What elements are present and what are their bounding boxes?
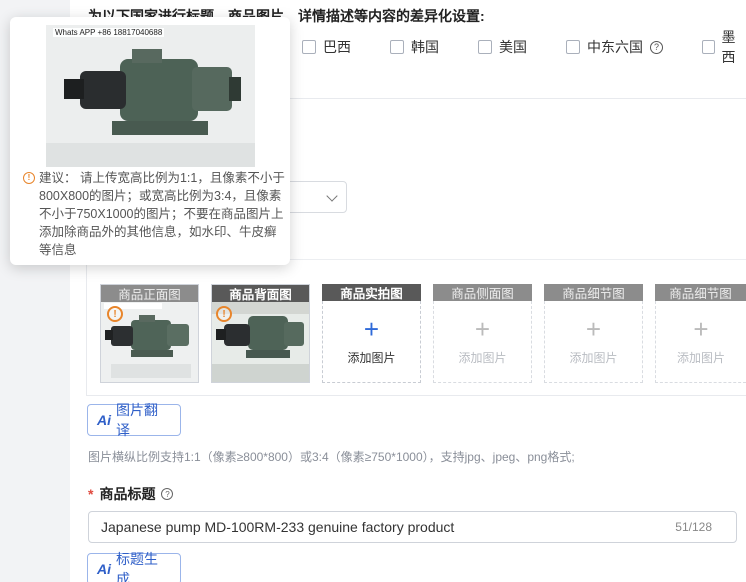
country-checkbox-mexico[interactable]: 墨西 bbox=[702, 29, 746, 65]
product-title-input[interactable]: Japanese pump MD-100RM-233 genuine facto… bbox=[88, 511, 737, 543]
title-generate-button[interactable]: Ai 标题生成 bbox=[87, 551, 181, 582]
product-thumbnail[interactable]: ! bbox=[212, 302, 309, 382]
product-title-value[interactable]: Japanese pump MD-100RM-233 genuine facto… bbox=[101, 519, 454, 535]
product-thumbnail[interactable]: ! bbox=[101, 302, 198, 382]
add-image-label: 添加图片 bbox=[569, 351, 618, 365]
checkbox-icon[interactable] bbox=[478, 40, 492, 54]
add-image-area[interactable]: + 添加图片 bbox=[544, 301, 643, 383]
image-slot-back[interactable]: 商品背面图 ! bbox=[211, 284, 310, 383]
ai-icon: Ai bbox=[97, 412, 111, 428]
tooltip-preview-image: Whats APP +86 18817040688 bbox=[46, 25, 255, 167]
warning-icon[interactable]: ! bbox=[107, 306, 123, 322]
add-image-label: 添加图片 bbox=[458, 351, 507, 365]
required-mark: * bbox=[88, 486, 94, 502]
add-image-area[interactable]: + 添加图片 bbox=[655, 301, 746, 383]
image-slot-title: 商品侧面图 bbox=[433, 284, 532, 301]
image-slot-title: 商品细节图 bbox=[655, 284, 746, 301]
product-title-label-text: 商品标题 bbox=[99, 486, 156, 502]
image-slot-real-shot[interactable]: 商品实拍图 + 添加图片 bbox=[322, 284, 421, 383]
image-suggestion-tooltip: Whats APP +86 18817040688 ! 建议： 请上传宽高比例为… bbox=[10, 17, 290, 265]
question-icon[interactable]: ? bbox=[650, 40, 663, 54]
image-translate-label: 图片翻译 bbox=[116, 402, 158, 438]
image-slot-detail-2[interactable]: 商品细节图 + 添加图片 bbox=[655, 284, 746, 383]
question-icon[interactable]: ? bbox=[161, 488, 174, 500]
country-label: 巴西 bbox=[323, 39, 351, 55]
image-slot-title: 商品细节图 bbox=[544, 284, 643, 301]
image-slot-title: 商品正面图 bbox=[101, 285, 198, 302]
country-label: 韩国 bbox=[411, 39, 439, 55]
add-image-area[interactable]: + 添加图片 bbox=[433, 301, 532, 383]
chevron-down-icon bbox=[326, 190, 338, 202]
char-counter: 51/128 bbox=[675, 520, 712, 534]
checkbox-icon[interactable] bbox=[566, 40, 580, 54]
plus-icon: + bbox=[693, 314, 709, 344]
pump-image bbox=[46, 25, 255, 167]
image-slot-front[interactable]: 商品正面图 ! bbox=[100, 284, 199, 383]
image-translate-button[interactable]: Ai 图片翻译 bbox=[87, 402, 181, 438]
checkbox-icon[interactable] bbox=[302, 40, 316, 54]
country-label: 墨西 bbox=[721, 29, 736, 65]
image-slot-detail-1[interactable]: 商品细节图 + 添加图片 bbox=[544, 284, 643, 383]
country-checkbox-gcc[interactable]: 中东六国 ? bbox=[566, 38, 663, 56]
image-requirements-hint: 图片横纵比例支持1:1（像素≥800*800）或3:4（像素≥750*1000）… bbox=[88, 450, 575, 464]
add-image-label: 添加图片 bbox=[676, 351, 725, 365]
plus-icon: + bbox=[363, 314, 380, 344]
warning-icon[interactable]: ! bbox=[216, 306, 232, 322]
warning-icon: ! bbox=[23, 172, 35, 184]
country-label: 美国 bbox=[499, 39, 527, 55]
tooltip-text: 建议： 请上传宽高比例为1:1，且像素不小于800X800的图片；或宽高比例为3… bbox=[39, 171, 285, 257]
checkbox-icon[interactable] bbox=[702, 40, 715, 54]
plus-icon: + bbox=[585, 314, 602, 344]
ai-icon: Ai bbox=[97, 561, 111, 577]
country-checkbox-usa[interactable]: 美国 bbox=[478, 38, 527, 56]
product-title-label: * 商品标题 ? bbox=[88, 484, 174, 504]
plus-icon: + bbox=[474, 314, 491, 344]
country-label: 中东六国 bbox=[587, 39, 643, 55]
country-checkbox-korea[interactable]: 韩国 bbox=[390, 38, 439, 56]
country-checkbox-brazil[interactable]: 巴西 bbox=[302, 38, 351, 56]
image-slot-title: 商品实拍图 bbox=[322, 284, 421, 301]
image-slot-side[interactable]: 商品侧面图 + 添加图片 bbox=[433, 284, 532, 383]
image-slot-title: 商品背面图 bbox=[212, 285, 309, 302]
tooltip-body: ! 建议： 请上传宽高比例为1:1，且像素不小于800X800的图片；或宽高比例… bbox=[23, 169, 285, 259]
title-generate-label: 标题生成 bbox=[116, 551, 158, 582]
add-image-area[interactable]: + 添加图片 bbox=[322, 301, 421, 383]
tooltip-watermark: Whats APP +86 18817040688 bbox=[53, 28, 165, 37]
checkbox-icon[interactable] bbox=[390, 40, 404, 54]
add-image-label: 添加图片 bbox=[347, 351, 396, 365]
